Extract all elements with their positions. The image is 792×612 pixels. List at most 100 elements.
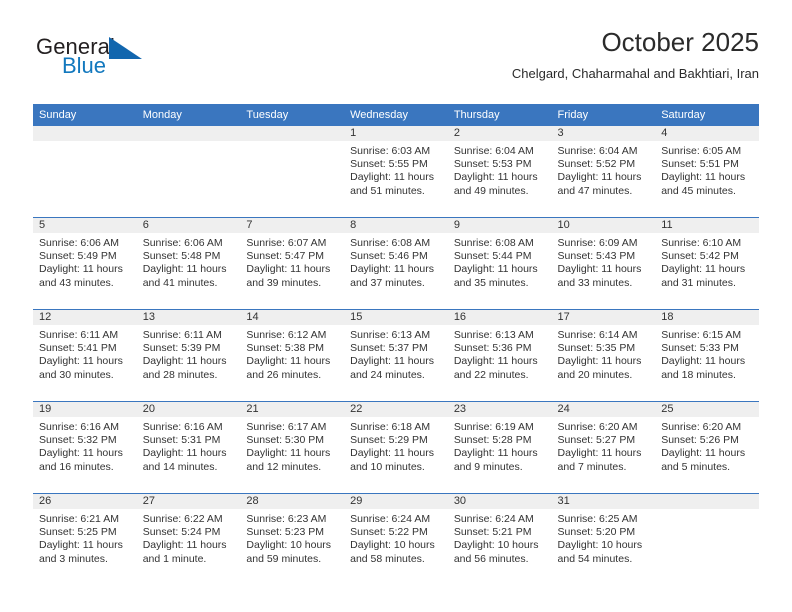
daylight-text: Daylight: 10 hours bbox=[557, 539, 643, 552]
calendar-day-cell[interactable]: 26 Sunrise: 6:21 AM Sunset: 5:25 PM Dayligh… bbox=[33, 493, 137, 585]
sunrise-text: Sunrise: 6:12 AM bbox=[246, 329, 327, 341]
daylight-text-cont: and 12 minutes. bbox=[246, 460, 322, 473]
calendar-day-cell[interactable]: 11 Sunrise: 6:10 AM Sunset: 5:42 PM Dayligh… bbox=[655, 217, 759, 310]
calendar-day-cell[interactable]: 6 Sunrise: 6:06 AM Sunset: 5:48 PM Daylight… bbox=[136, 217, 241, 310]
weekday-header-tuesday: Tuesday bbox=[240, 104, 345, 126]
daylight-text: Daylight: 11 hours bbox=[350, 171, 434, 184]
calendar-day-cell[interactable]: 28 Sunrise: 6:23 AM Sunset: 5:23 PM Dayligh… bbox=[240, 493, 345, 585]
sunrise-text: Sunrise: 6:22 AM bbox=[142, 513, 223, 525]
calendar-day-cell[interactable]: 25 Sunrise: 6:20 AM Sunset: 5:26 PM Dayligh… bbox=[655, 401, 759, 494]
daylight-text: Daylight: 11 hours bbox=[39, 355, 123, 368]
day-number: 16 bbox=[447, 310, 552, 325]
calendar-day-cell[interactable]: 24 Sunrise: 6:20 AM Sunset: 5:27 PM Dayligh… bbox=[551, 401, 656, 494]
brand-name-blue: Blue bbox=[62, 53, 107, 78]
sunset-text: Sunset: 5:36 PM bbox=[453, 342, 532, 355]
calendar-day-cell[interactable]: 13 Sunrise: 6:11 AM Sunset: 5:39 PM Dayligh… bbox=[136, 309, 241, 402]
day-cell-inner: 12 Sunrise: 6:11 AM Sunset: 5:41 PM Dayligh… bbox=[33, 310, 137, 401]
calendar-day-cell[interactable]: 3 Sunrise: 6:04 AM Sunset: 5:52 PM Daylight… bbox=[551, 126, 656, 218]
sunset-text: Sunset: 5:44 PM bbox=[453, 250, 532, 263]
day-cell-details: Sunrise: 6:25 AM Sunset: 5:20 PM Daylight:… bbox=[552, 509, 656, 566]
daylight-text-cont: and 3 minutes. bbox=[39, 552, 108, 565]
day-number: 1 bbox=[344, 126, 448, 141]
daylight-text-cont: and 28 minutes. bbox=[142, 368, 218, 381]
title-block: October 2025 Chelgard, Chaharmahal and B… bbox=[512, 26, 759, 84]
day-cell-inner: 25 Sunrise: 6:20 AM Sunset: 5:26 PM Dayligh… bbox=[655, 402, 759, 493]
day-number: 12 bbox=[33, 310, 137, 325]
sunrise-text: Sunrise: 6:03 AM bbox=[350, 145, 431, 157]
daylight-text-cont: and 33 minutes. bbox=[557, 276, 633, 289]
calendar-day-cell[interactable]: 27 Sunrise: 6:22 AM Sunset: 5:24 PM Dayligh… bbox=[136, 493, 241, 585]
day-cell-inner: 23 Sunrise: 6:19 AM Sunset: 5:28 PM Dayligh… bbox=[447, 402, 552, 493]
day-number: 26 bbox=[33, 494, 137, 509]
calendar-week-row: 1 Sunrise: 6:03 AM Sunset: 5:55 PM Daylight… bbox=[33, 126, 759, 218]
sunrise-text: Sunrise: 6:24 AM bbox=[350, 513, 431, 525]
calendar-day-cell[interactable]: 14 Sunrise: 6:12 AM Sunset: 5:38 PM Dayligh… bbox=[240, 309, 345, 402]
day-cell-details: Sunrise: 6:24 AM Sunset: 5:21 PM Daylight:… bbox=[448, 509, 552, 566]
daylight-text-cont: and 1 minute. bbox=[142, 552, 207, 565]
daylight-text: Daylight: 10 hours bbox=[453, 539, 539, 552]
calendar-day-cell[interactable]: 4 Sunrise: 6:05 AM Sunset: 5:51 PM Daylight… bbox=[655, 126, 759, 218]
sunrise-text: Sunrise: 6:21 AM bbox=[39, 513, 119, 525]
calendar-day-cell[interactable]: 5 Sunrise: 6:06 AM Sunset: 5:49 PM Daylight… bbox=[33, 217, 137, 310]
daylight-text-cont: and 37 minutes. bbox=[350, 276, 425, 289]
day-cell-details: Sunrise: 6:23 AM Sunset: 5:23 PM Daylight:… bbox=[240, 509, 344, 566]
day-cell-inner: 13 Sunrise: 6:11 AM Sunset: 5:39 PM Dayligh… bbox=[136, 310, 241, 401]
calendar-day-cell[interactable]: 9 Sunrise: 6:08 AM Sunset: 5:44 PM Daylight… bbox=[447, 217, 552, 310]
sunrise-text: Sunrise: 6:06 AM bbox=[39, 237, 119, 249]
sunset-text: Sunset: 5:27 PM bbox=[557, 434, 636, 447]
day-cell-inner: 14 Sunrise: 6:12 AM Sunset: 5:38 PM Dayligh… bbox=[240, 310, 345, 401]
daylight-text: Daylight: 11 hours bbox=[350, 447, 434, 460]
sunrise-text: Sunrise: 6:07 AM bbox=[246, 237, 327, 249]
calendar-day-cell[interactable]: 30 Sunrise: 6:24 AM Sunset: 5:21 PM Dayligh… bbox=[447, 493, 552, 585]
day-cell-inner: 11 Sunrise: 6:10 AM Sunset: 5:42 PM Dayligh… bbox=[655, 218, 759, 309]
sunset-text: Sunset: 5:42 PM bbox=[661, 250, 739, 263]
day-cell-inner: 27 Sunrise: 6:22 AM Sunset: 5:24 PM Dayligh… bbox=[136, 494, 241, 585]
sunrise-text: Sunrise: 6:04 AM bbox=[557, 145, 638, 157]
calendar-day-cell[interactable]: 21 Sunrise: 6:17 AM Sunset: 5:30 PM Dayligh… bbox=[240, 401, 345, 494]
day-number: 17 bbox=[551, 310, 656, 325]
daylight-text: Daylight: 11 hours bbox=[453, 171, 538, 184]
calendar-day-cell[interactable]: 18 Sunrise: 6:15 AM Sunset: 5:33 PM Dayligh… bbox=[655, 309, 759, 402]
brand-logo[interactable]: General Blue bbox=[33, 34, 243, 94]
day-cell-details: Sunrise: 6:18 AM Sunset: 5:29 PM Daylight:… bbox=[344, 417, 448, 474]
calendar-day-cell[interactable]: 23 Sunrise: 6:19 AM Sunset: 5:28 PM Dayligh… bbox=[447, 401, 552, 494]
day-cell-inner: 22 Sunrise: 6:18 AM Sunset: 5:29 PM Dayligh… bbox=[344, 402, 448, 493]
calendar-day-cell[interactable]: 2 Sunrise: 6:04 AM Sunset: 5:53 PM Daylight… bbox=[447, 126, 552, 218]
calendar-day-cell[interactable]: 1 Sunrise: 6:03 AM Sunset: 5:55 PM Daylight… bbox=[344, 126, 448, 218]
calendar-day-cell[interactable]: 15 Sunrise: 6:13 AM Sunset: 5:37 PM Dayligh… bbox=[344, 309, 448, 402]
day-number: 15 bbox=[344, 310, 448, 325]
daylight-text: Daylight: 11 hours bbox=[39, 539, 123, 552]
calendar-day-cell[interactable]: 16 Sunrise: 6:13 AM Sunset: 5:36 PM Dayligh… bbox=[447, 309, 552, 402]
daylight-text: Daylight: 11 hours bbox=[246, 263, 331, 276]
day-cell-inner: 8 Sunrise: 6:08 AM Sunset: 5:46 PM Daylight… bbox=[344, 218, 448, 309]
calendar-day-cell[interactable]: 20 Sunrise: 6:16 AM Sunset: 5:31 PM Dayligh… bbox=[136, 401, 241, 494]
sunset-text: Sunset: 5:20 PM bbox=[557, 526, 636, 539]
calendar-day-cell[interactable]: 10 Sunrise: 6:09 AM Sunset: 5:43 PM Dayligh… bbox=[551, 217, 656, 310]
daylight-text-cont: and 20 minutes. bbox=[557, 368, 633, 381]
daylight-text-cont: and 51 minutes. bbox=[350, 184, 425, 197]
sunrise-text: Sunrise: 6:13 AM bbox=[350, 329, 431, 341]
day-number: 4 bbox=[655, 126, 759, 141]
calendar-day-cell[interactable]: 17 Sunrise: 6:14 AM Sunset: 5:35 PM Dayligh… bbox=[551, 309, 656, 402]
weekday-header-row: Sunday Monday Tuesday Wednesday Thursday Frid… bbox=[33, 104, 759, 126]
day-number: 25 bbox=[655, 402, 759, 417]
day-cell-inner: 16 Sunrise: 6:13 AM Sunset: 5:36 PM Dayligh… bbox=[447, 310, 552, 401]
daylight-text: Daylight: 11 hours bbox=[246, 355, 331, 368]
daylight-text-cont: and 14 minutes. bbox=[142, 460, 218, 473]
calendar-day-cell[interactable]: 12 Sunrise: 6:11 AM Sunset: 5:41 PM Dayligh… bbox=[33, 309, 137, 402]
sunset-text: Sunset: 5:39 PM bbox=[142, 342, 221, 355]
daylight-text-cont: and 26 minutes. bbox=[246, 368, 322, 381]
daylight-text-cont: and 58 minutes. bbox=[350, 552, 425, 565]
calendar-day-cell[interactable]: 22 Sunrise: 6:18 AM Sunset: 5:29 PM Dayligh… bbox=[344, 401, 448, 494]
calendar-day-cell[interactable]: 29 Sunrise: 6:24 AM Sunset: 5:22 PM Dayligh… bbox=[344, 493, 448, 585]
day-cell-details: Sunrise: 6:03 AM Sunset: 5:55 PM Daylight:… bbox=[344, 141, 448, 198]
calendar-body: 1 Sunrise: 6:03 AM Sunset: 5:55 PM Daylight… bbox=[33, 126, 759, 585]
calendar-day-cell[interactable]: 19 Sunrise: 6:16 AM Sunset: 5:32 PM Dayligh… bbox=[33, 401, 137, 494]
daylight-text: Daylight: 11 hours bbox=[142, 263, 227, 276]
calendar-day-cell[interactable]: 7 Sunrise: 6:07 AM Sunset: 5:47 PM Daylight… bbox=[240, 217, 345, 310]
sunset-text: Sunset: 5:53 PM bbox=[453, 158, 532, 171]
sunrise-text: Sunrise: 6:09 AM bbox=[557, 237, 638, 249]
page-subtitle: Chelgard, Chaharmahal and Bakhtiari, Ira… bbox=[511, 66, 759, 81]
calendar-day-cell[interactable]: 8 Sunrise: 6:08 AM Sunset: 5:46 PM Daylight… bbox=[344, 217, 448, 310]
calendar-day-cell[interactable]: 31 Sunrise: 6:25 AM Sunset: 5:20 PM Dayligh… bbox=[551, 493, 656, 585]
